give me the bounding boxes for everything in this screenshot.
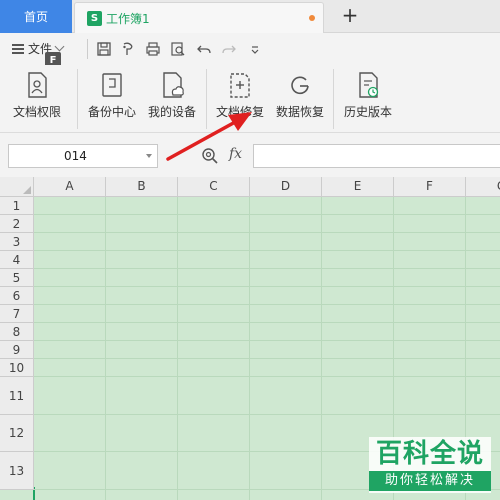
row-header-9[interactable]: 9 (0, 341, 34, 359)
quick-toolbar: 文件 (0, 33, 500, 65)
chevron-down-icon (54, 41, 65, 52)
backup-center-label: 备份中心 (87, 105, 136, 119)
ribbon: 文档权限 备份中心 我的设备 文档修复 数据恢复 历史版本 (0, 65, 500, 133)
column-header-b[interactable]: B (106, 177, 178, 197)
doc-repair-icon (230, 73, 250, 98)
watermark-title: 百科全说 (375, 439, 484, 469)
row-gridline (34, 414, 500, 415)
tab-workbook[interactable]: S 工作簿1 (74, 2, 324, 33)
doc-permission-label: 文档权限 (12, 105, 61, 119)
tab-bar: 首页 S 工作簿1 + (0, 0, 500, 33)
row-header-3[interactable]: 3 (0, 233, 34, 251)
column-gridline (177, 197, 178, 500)
zoom-search-icon[interactable] (201, 147, 219, 165)
doc-permission-icon (28, 72, 47, 98)
row-header-10[interactable]: 10 (0, 359, 34, 377)
backup-center-icon (102, 73, 122, 97)
row-header-12[interactable]: 12 (0, 415, 34, 452)
my-device-button[interactable]: 我的设备 (146, 71, 198, 125)
row-gridline (34, 340, 500, 341)
spreadsheet-icon: S (87, 10, 102, 26)
row-header-5[interactable]: 5 (0, 269, 34, 287)
ribbon-divider (333, 69, 334, 129)
history-version-button[interactable]: 历史版本 (342, 71, 394, 125)
formula-input[interactable] (253, 144, 500, 168)
history-version-label: 历史版本 (343, 105, 392, 119)
save-icon[interactable] (96, 41, 112, 57)
row-gridline (34, 322, 500, 323)
row-header-6[interactable]: 6 (0, 287, 34, 305)
data-recovery-icon (291, 76, 309, 95)
row-header-8[interactable]: 8 (0, 323, 34, 341)
column-gridline (105, 197, 106, 500)
doc-permission-button[interactable]: 文档权限 (12, 71, 62, 125)
column-gridline (321, 197, 322, 500)
ribbon-divider (206, 69, 207, 129)
name-box[interactable]: 014 (8, 144, 158, 168)
chevron-down-icon[interactable] (146, 154, 152, 158)
row-gridline (34, 358, 500, 359)
column-gridline (249, 197, 250, 500)
undo-icon[interactable] (196, 41, 212, 57)
add-tab-button[interactable]: + (338, 4, 362, 28)
column-header-a[interactable]: A (34, 177, 106, 197)
row-gridline (34, 250, 500, 251)
unsaved-dot-icon (309, 15, 315, 21)
my-device-icon (163, 72, 184, 98)
select-all-corner[interactable] (0, 177, 34, 197)
toolbar-divider (87, 39, 88, 59)
row-gridline (34, 286, 500, 287)
data-recovery-button[interactable]: 数据恢复 (274, 71, 326, 125)
column-header-e[interactable]: E (322, 177, 394, 197)
column-header-g[interactable]: G (466, 177, 500, 197)
doc-repair-button[interactable]: 文档修复 (214, 71, 266, 125)
doc-repair-label: 文档修复 (215, 105, 264, 119)
tab-home[interactable]: 首页 (0, 0, 72, 33)
watermark-logo: 百科全说 助你轻松解决 (369, 437, 491, 493)
row-gridline (34, 304, 500, 305)
column-header-c[interactable]: C (178, 177, 250, 197)
customize-toolbar-icon[interactable] (247, 41, 263, 57)
my-device-label: 我的设备 (147, 105, 196, 119)
row-header-2[interactable]: 2 (0, 215, 34, 233)
row-header-4[interactable]: 4 (0, 251, 34, 269)
ribbon-divider (77, 69, 78, 129)
row-header-11[interactable]: 11 (0, 377, 34, 415)
row-header-1[interactable]: 1 (0, 197, 34, 215)
print-preview-icon[interactable] (170, 41, 186, 57)
data-recovery-label: 数据恢复 (275, 105, 324, 119)
menu-icon (12, 43, 24, 54)
row-header-13[interactable]: 13 (0, 452, 34, 490)
row-gridline (34, 232, 500, 233)
watermark-subtitle: 助你轻松解决 (369, 471, 491, 491)
cell-reference: 014 (64, 149, 87, 163)
print-icon[interactable] (145, 41, 161, 57)
backup-center-button[interactable]: 备份中心 (86, 71, 138, 125)
format-painter-icon[interactable] (120, 41, 136, 57)
row-gridline (34, 214, 500, 215)
tab-workbook-label: 工作簿1 (106, 11, 150, 26)
history-version-icon (359, 72, 379, 98)
redo-icon[interactable] (221, 41, 237, 57)
row-header-7[interactable]: 7 (0, 305, 34, 323)
formula-bar: 014 fx (0, 133, 500, 177)
function-icon[interactable]: fx (229, 146, 242, 162)
row-gridline (34, 268, 500, 269)
column-header-f[interactable]: F (394, 177, 466, 197)
column-header-d[interactable]: D (250, 177, 322, 197)
row-gridline (34, 376, 500, 377)
